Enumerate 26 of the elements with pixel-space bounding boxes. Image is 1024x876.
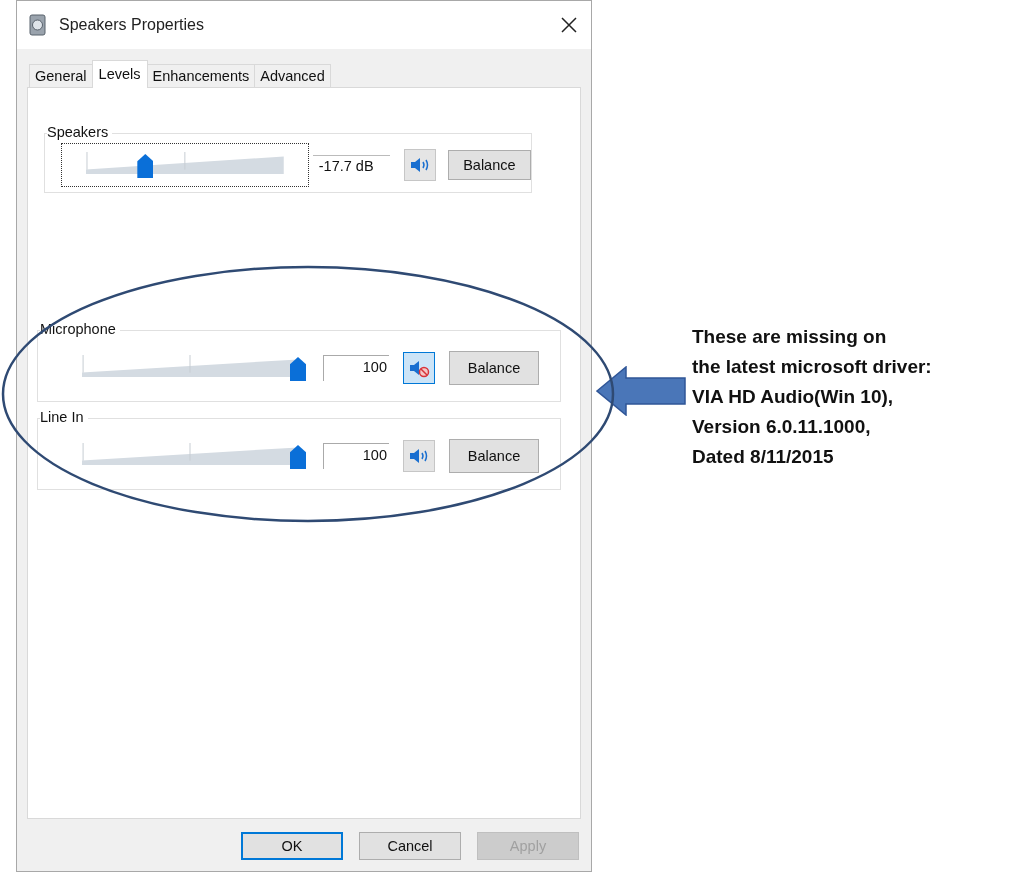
balance-button[interactable]: Balance [449,439,539,473]
tab[interactable]: Advanced [254,64,331,87]
tab[interactable]: General [29,64,93,87]
muted-speaker-icon [408,358,430,378]
mute-button[interactable] [403,352,435,384]
volume-reading: -17.7 dB [312,154,391,176]
dialog-button[interactable]: OK [241,832,343,860]
mute-button[interactable] [403,440,435,472]
tab[interactable]: Levels [91,60,148,88]
channel-label: Speakers [47,124,113,140]
slider-thumb[interactable] [137,154,154,178]
close-icon[interactable] [561,17,577,33]
speaker-icon [408,446,430,466]
speaker-icon [408,155,431,175]
speaker-box-icon [29,14,47,36]
level-field[interactable]: 100 [323,355,389,381]
window-title: Speakers Properties [59,16,205,34]
level-field[interactable]: 100 [323,443,389,469]
dialog-button[interactable]: Cancel [359,832,461,860]
balance-button[interactable]: Balance [449,351,539,385]
slider-thumb[interactable] [290,445,306,469]
slider-thumb[interactable] [290,357,306,381]
channel-label: Line In [40,409,88,425]
annotation-text: These are missing on the latest microsoft driver: VIA HD Audio(Win 10), Version 6.0.11.1000, Dated 8/11/2015 [692,325,932,469]
mute-button[interactable] [404,149,436,181]
balance-button[interactable]: Balance [447,150,531,180]
